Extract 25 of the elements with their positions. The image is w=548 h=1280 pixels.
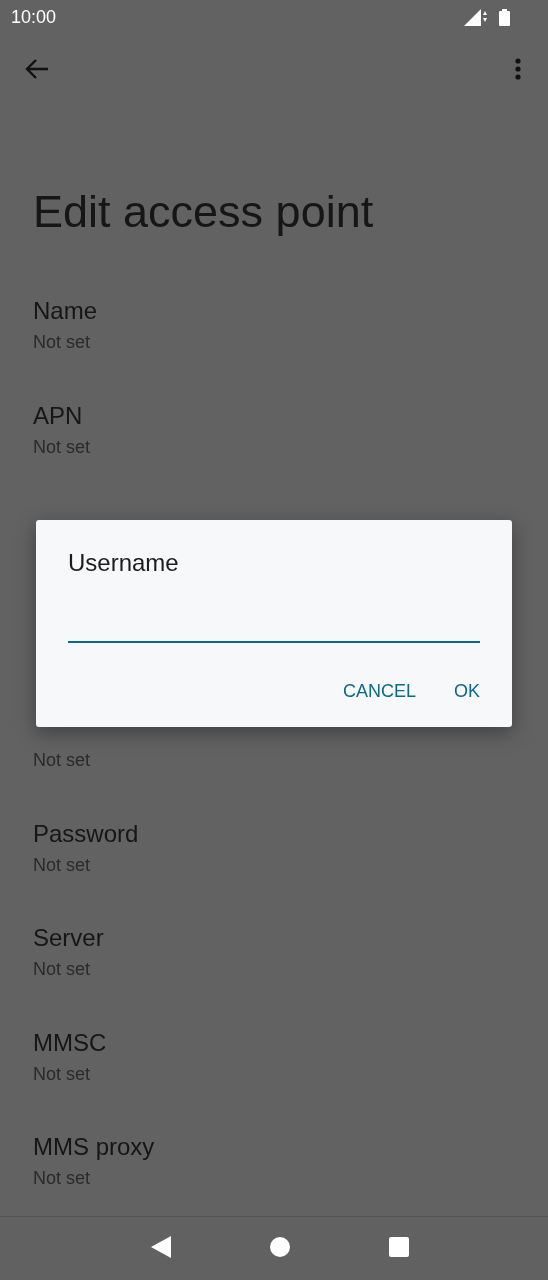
- signal-icon: [464, 8, 487, 26]
- setting-value: Not set: [33, 1062, 91, 1086]
- setting-title[interactable]: MMS proxy: [33, 1132, 155, 1162]
- setting-title[interactable]: Server: [33, 923, 104, 953]
- recents-icon[interactable]: [388, 1236, 409, 1257]
- setting-title[interactable]: APN: [33, 400, 83, 431]
- back-icon[interactable]: [151, 1235, 172, 1258]
- setting-value: Not set: [33, 958, 91, 981]
- setting-value: Not set: [33, 1167, 91, 1190]
- setting-title[interactable]: Name: [33, 296, 98, 326]
- page-title: Edit access point: [32, 185, 375, 239]
- dialog-title: Username: [68, 548, 180, 578]
- setting-value: Not set: [33, 331, 91, 354]
- home-icon[interactable]: [270, 1236, 290, 1257]
- status-time: 10:00: [11, 6, 57, 28]
- battery-icon: [499, 8, 510, 26]
- setting-value: Not set: [33, 749, 91, 772]
- setting-title[interactable]: MMSC: [33, 1027, 107, 1058]
- more-options-icon[interactable]: [515, 58, 521, 80]
- cancel-button[interactable]: CANCEL: [328, 673, 430, 710]
- ok-button[interactable]: OK: [440, 673, 494, 710]
- setting-value: Not set: [33, 435, 91, 459]
- setting-value: Not set: [33, 853, 91, 877]
- back-arrow-icon[interactable]: [25, 59, 49, 79]
- setting-title[interactable]: Password: [33, 818, 139, 849]
